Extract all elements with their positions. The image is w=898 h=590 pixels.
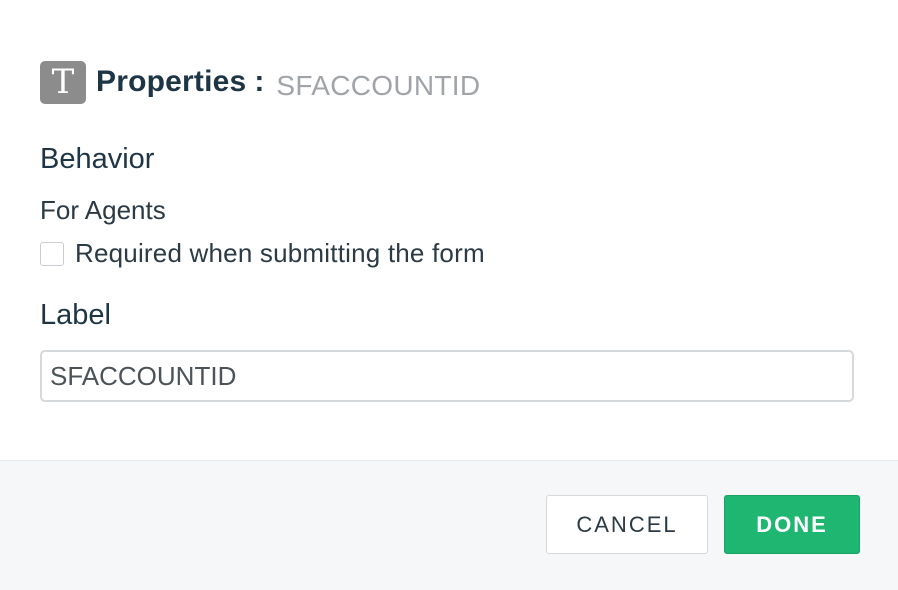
dialog-header: T Properties : SFACCOUNTID xyxy=(40,60,480,104)
field-name: SFACCOUNTID xyxy=(276,70,481,101)
required-checkbox-row[interactable]: Required when submitting the form xyxy=(40,238,485,269)
text-field-icon-glyph: T xyxy=(51,62,75,102)
required-checkbox[interactable] xyxy=(40,241,64,266)
behavior-section-title: Behavior xyxy=(40,143,155,175)
dialog-title: Properties xyxy=(96,65,247,98)
done-button[interactable]: DONE xyxy=(724,495,860,554)
title-separator: : xyxy=(254,65,265,98)
text-field-icon: T xyxy=(40,60,86,104)
properties-dialog: T Properties : SFACCOUNTID Behavior For … xyxy=(0,0,898,590)
required-checkbox-label[interactable]: Required when submitting the form xyxy=(75,238,485,269)
label-input[interactable] xyxy=(40,350,854,402)
dialog-footer: CANCEL DONE xyxy=(0,460,898,590)
for-agents-label: For Agents xyxy=(40,195,166,225)
cancel-button[interactable]: CANCEL xyxy=(546,495,708,554)
label-section-title: Label xyxy=(40,299,111,331)
